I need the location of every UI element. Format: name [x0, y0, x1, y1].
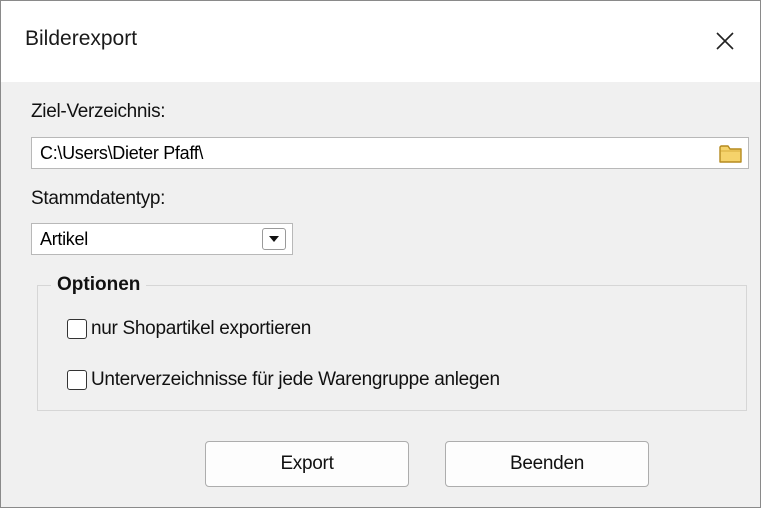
shop-articles-label: nur Shopartikel exportieren: [91, 318, 312, 339]
options-group-title: Optionen: [51, 274, 147, 296]
title-bar: Bilderexport: [1, 1, 760, 82]
target-dir-label: Ziel-Verzeichnis:: [31, 101, 166, 122]
export-button[interactable]: Export: [205, 441, 409, 487]
subfolders-checkbox[interactable]: [67, 370, 87, 390]
browse-folder-button[interactable]: [718, 141, 744, 165]
options-group: [37, 285, 747, 411]
close-icon: [716, 32, 734, 50]
masterdata-dropdown-button[interactable]: [262, 228, 286, 250]
target-dir-input[interactable]: C:\Users\Dieter Pfaff\: [31, 137, 749, 169]
window-title: Bilderexport: [25, 27, 138, 50]
subfolders-label: Unterverzeichnisse für jede Warengruppe …: [91, 369, 500, 390]
dropdown-arrow-icon: [269, 236, 279, 242]
dialog-window: Bilderexport Ziel-Verzeichnis: C:\Users\…: [0, 0, 761, 508]
option-subfolders[interactable]: Unterverzeichnisse für jede Warengruppe …: [67, 369, 500, 391]
folder-icon: [719, 145, 742, 163]
masterdata-type-value: Artikel: [40, 229, 88, 249]
close-dialog-button[interactable]: Beenden: [445, 441, 649, 487]
option-shop-articles[interactable]: nur Shopartikel exportieren: [67, 318, 311, 340]
target-dir-value: C:\Users\Dieter Pfaff\: [40, 143, 204, 163]
masterdata-type-select[interactable]: Artikel: [31, 223, 293, 255]
close-button[interactable]: [701, 23, 749, 59]
masterdata-type-label: Stammdatentyp:: [31, 188, 166, 209]
shop-articles-checkbox[interactable]: [67, 319, 87, 339]
